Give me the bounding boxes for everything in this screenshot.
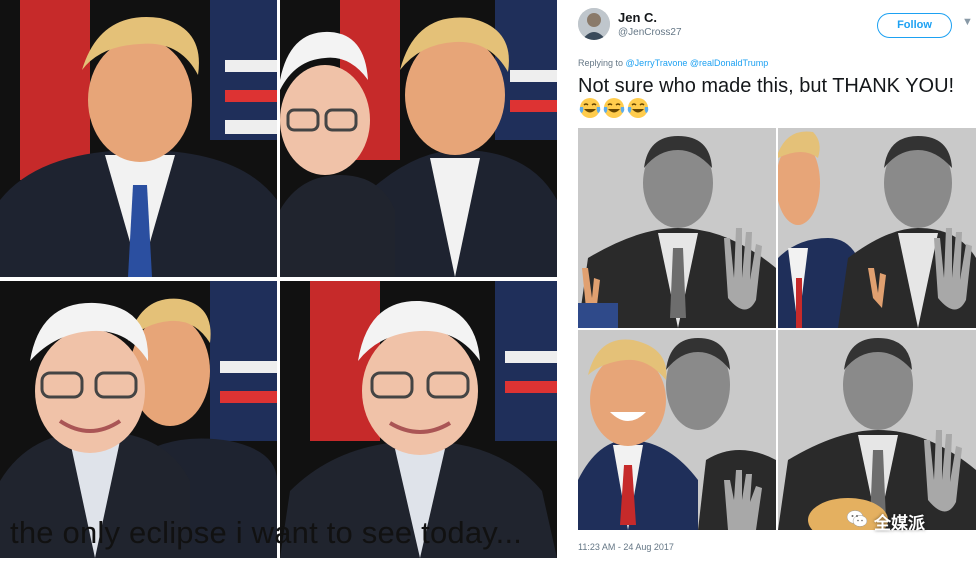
avatar[interactable] <box>578 8 610 40</box>
follow-button[interactable]: Follow <box>877 13 952 38</box>
tweet-timestamp[interactable]: 11:23 AM - 24 Aug 2017 <box>578 542 674 552</box>
author-handle[interactable]: @JenCross27 <box>618 27 682 38</box>
face-with-tears-of-joy-icon <box>627 98 649 118</box>
meme-panel-trump <box>0 0 277 277</box>
media-panel-trump-behind-obama <box>778 128 976 328</box>
tweet-card: Jen C. @JenCross27 Follow ▼ Replying to … <box>566 0 979 564</box>
face-with-tears-of-joy-icon <box>603 98 625 118</box>
reply-prefix: Replying to <box>578 58 624 68</box>
reply-context: Replying to @JerryTravone @realDonaldTru… <box>578 58 768 68</box>
meme-image: the only eclipse i want to see today... <box>0 0 558 564</box>
watermark: 全媒派 <box>846 504 956 534</box>
wechat-icon <box>846 510 868 527</box>
author-display-name[interactable]: Jen C. <box>618 10 657 25</box>
chevron-down-icon[interactable]: ▼ <box>962 16 973 28</box>
tweet-text: Not sure who made this, but THANK YOU! <box>578 75 955 97</box>
meme-panel-sanders-behind-trump <box>280 0 557 277</box>
media-panel-obama-with-trump-hair <box>778 330 976 530</box>
face-with-tears-of-joy-icon <box>579 98 601 118</box>
media-panel-obama <box>578 128 776 328</box>
reply-mentions[interactable]: @JerryTravone @realDonaldTrump <box>626 58 769 68</box>
tweet-media-grid[interactable] <box>578 128 978 530</box>
media-panel-trump-over-obama <box>578 330 776 530</box>
meme-caption: the only eclipse i want to see today... <box>10 515 523 550</box>
watermark-text: 全媒派 <box>874 514 925 534</box>
